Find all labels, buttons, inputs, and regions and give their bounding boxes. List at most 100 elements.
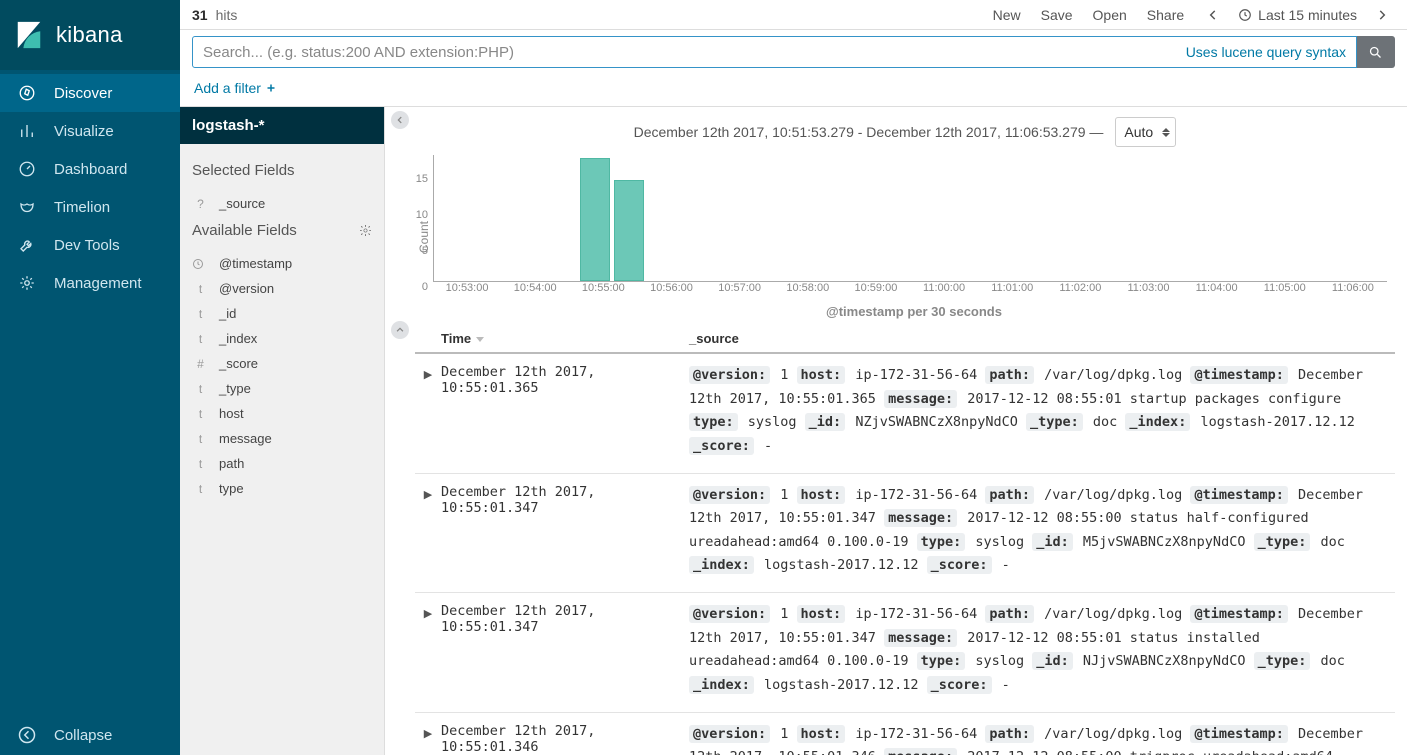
x-tick: 11:05:00 [1264, 282, 1306, 294]
expand-doc-button[interactable]: ▶ [415, 364, 441, 459]
index-pattern-header[interactable]: logstash-* [180, 107, 384, 144]
histogram-chart[interactable]: Count 051015 10:53:0010:54:0010:55:0010:… [415, 149, 1395, 319]
field-key: _index: [689, 556, 754, 574]
plot-area[interactable]: 051015 [433, 155, 1387, 282]
timepicker[interactable]: Last 15 minutes [1232, 7, 1363, 23]
field-key: message: [884, 390, 957, 408]
field-name: type [219, 481, 372, 496]
time-prev-button[interactable] [1200, 8, 1226, 22]
expand-doc-button[interactable]: ▶ [415, 603, 441, 698]
field-key: _score: [927, 556, 992, 574]
field-item[interactable]: tpath [192, 451, 372, 476]
field-type-icon: # [192, 357, 209, 371]
fields-settings-button[interactable] [359, 224, 372, 237]
time-next-button[interactable] [1369, 8, 1395, 22]
collapse-fields-button[interactable] [391, 111, 409, 129]
search-box[interactable]: Uses lucene query syntax [192, 36, 1357, 68]
x-axis-label: @timestamp per 30 seconds [433, 304, 1395, 319]
field-item[interactable]: t_id [192, 301, 372, 326]
field-key: _score: [927, 676, 992, 694]
field-item[interactable]: @timestamp [192, 251, 372, 276]
field-key: host: [797, 725, 846, 743]
collapse-icon [18, 726, 36, 744]
collapse-chart-button[interactable] [391, 321, 409, 339]
field-key: @timestamp: [1190, 725, 1287, 743]
bar-chart-icon [18, 122, 36, 140]
search-button[interactable] [1357, 36, 1395, 68]
field-key: type: [689, 413, 738, 431]
field-name: @version [219, 281, 372, 296]
nav-item-label: Visualize [54, 123, 114, 140]
field-item[interactable]: t message [192, 426, 372, 451]
doc-time: December 12th 2017, 10:55:01.365 [441, 364, 689, 459]
field-item[interactable]: ttype [192, 476, 372, 501]
field-key: path: [985, 725, 1034, 743]
nav-item-discover[interactable]: Discover [0, 74, 180, 112]
x-tick: 11:06:00 [1332, 282, 1374, 294]
clock-icon [192, 258, 204, 270]
x-tick: 10:54:00 [514, 282, 557, 294]
brand-name: kibana [56, 22, 123, 48]
gear-icon [18, 274, 36, 292]
nav-item-dev-tools[interactable]: Dev Tools [0, 226, 180, 264]
chart-header: December 12th 2017, 10:51:53.279 - Decem… [415, 107, 1395, 149]
doc-row: ▶ December 12th 2017, 10:55:01.365 @vers… [415, 354, 1395, 474]
nav-item-label: Discover [54, 85, 112, 102]
search-input[interactable] [203, 44, 1178, 61]
x-tick: 11:01:00 [991, 282, 1033, 294]
expand-doc-button[interactable]: ▶ [415, 723, 441, 755]
search-icon [1368, 45, 1383, 60]
lucene-hint-link[interactable]: Uses lucene query syntax [1186, 44, 1346, 60]
filter-bar: Add a filter [180, 74, 1407, 107]
nav-item-visualize[interactable]: Visualize [0, 112, 180, 150]
field-item[interactable]: t_index [192, 326, 372, 351]
histogram-bar[interactable] [580, 158, 610, 281]
brand-logo[interactable]: kibana [0, 0, 180, 70]
collapse-label: Collapse [54, 727, 112, 744]
field-type-icon: t [192, 432, 209, 446]
interval-select[interactable]: Auto [1115, 117, 1176, 147]
field-key: host: [797, 605, 846, 623]
top-link-save[interactable]: Save [1031, 7, 1083, 23]
field-key: message: [884, 748, 957, 755]
top-link-new[interactable]: New [983, 7, 1031, 23]
col-header-source[interactable]: _source [689, 331, 1395, 346]
add-filter-button[interactable]: Add a filter [194, 80, 277, 96]
y-tick: 15 [416, 173, 428, 185]
doc-row: ▶ December 12th 2017, 10:55:01.346 @vers… [415, 713, 1395, 755]
field-item[interactable]: t@version [192, 276, 372, 301]
nav-item-management[interactable]: Management [0, 264, 180, 302]
field-name: message [219, 431, 372, 446]
hits-count: 31 [192, 7, 208, 23]
expand-doc-button[interactable]: ▶ [415, 484, 441, 579]
top-link-open[interactable]: Open [1083, 7, 1137, 23]
field-type-icon: t [192, 382, 209, 396]
doc-row: ▶ December 12th 2017, 10:55:01.347 @vers… [415, 474, 1395, 594]
plus-icon [265, 82, 277, 94]
field-key: _type: [1254, 652, 1311, 670]
field-item[interactable]: t_type [192, 376, 372, 401]
x-tick: 11:03:00 [1127, 282, 1169, 294]
nav-item-label: Timelion [54, 199, 110, 216]
collapse-button[interactable]: Collapse [0, 715, 180, 755]
fields-panel: logstash-* Selected Fields ?_source Avai… [180, 107, 385, 755]
field-key: @version: [689, 605, 770, 623]
field-type-icon: t [192, 307, 209, 321]
field-item[interactable]: ?_source [192, 191, 372, 216]
top-link-share[interactable]: Share [1137, 7, 1194, 23]
sort-desc-icon [475, 334, 485, 344]
nav-item-timelion[interactable]: Timelion [0, 188, 180, 226]
field-name: _source [219, 196, 372, 211]
nav-item-dashboard[interactable]: Dashboard [0, 150, 180, 188]
timepicker-label: Last 15 minutes [1258, 7, 1357, 23]
field-key: @timestamp: [1190, 605, 1287, 623]
chevron-left-icon [395, 115, 405, 125]
field-item[interactable]: thost [192, 401, 372, 426]
col-header-time[interactable]: Time [441, 331, 689, 346]
field-item[interactable]: #_score [192, 351, 372, 376]
hits-label: hits [216, 7, 238, 23]
field-key: @version: [689, 366, 770, 384]
x-tick: 10:57:00 [718, 282, 761, 294]
histogram-bar[interactable] [614, 180, 644, 281]
field-key: type: [917, 533, 966, 551]
